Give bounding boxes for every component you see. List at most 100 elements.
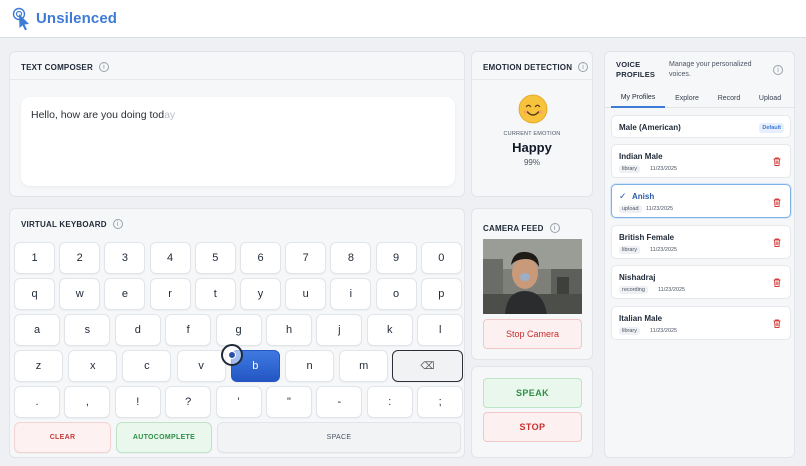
key-7[interactable]: i (330, 278, 372, 310)
backspace-key[interactable]: ⌫ (392, 350, 463, 382)
pointer-cursor-icon (221, 344, 243, 366)
profile-source-tag: library (619, 246, 640, 254)
clear-button[interactable]: CLEAR (14, 422, 111, 453)
emotion-detection-panel: EMOTION DETECTION i CURRENT EMOTION Happ… (471, 51, 593, 197)
text-composer-title: TEXT COMPOSER i (21, 62, 109, 72)
key-7[interactable]: : (366, 386, 413, 418)
key-0[interactable]: z (14, 350, 63, 382)
key-4[interactable]: 5 (194, 242, 236, 274)
voice-profile-card[interactable]: Nishadraj recording 11/23/2025 (611, 265, 791, 299)
key-3[interactable]: r (149, 278, 191, 310)
key-1[interactable]: w (59, 278, 101, 310)
key-7[interactable]: k (366, 314, 413, 346)
profile-source-tag: upload (619, 205, 642, 213)
keyboard-heading: VIRTUAL KEYBOARD (21, 219, 107, 229)
key-6[interactable]: - (316, 386, 363, 418)
key-2[interactable]: ! (114, 386, 161, 418)
key-0[interactable]: a (14, 314, 60, 346)
stop-speech-button[interactable]: STOP (483, 412, 582, 442)
pointer-dot (228, 351, 236, 359)
key-2[interactable]: d (114, 314, 161, 346)
camera-video-feed (483, 239, 582, 314)
trash-icon[interactable] (773, 198, 781, 207)
typed-text: Hello, how are you doing tod (31, 109, 165, 121)
info-icon[interactable]: i (578, 62, 589, 72)
trash-icon[interactable] (773, 319, 781, 328)
key-5[interactable]: h (266, 314, 312, 346)
key-1[interactable]: x (68, 350, 118, 382)
key-8[interactable]: 9 (375, 242, 417, 274)
virtual-keyboard-title: VIRTUAL KEYBOARD i (21, 219, 123, 229)
key-6[interactable]: m (339, 350, 389, 382)
key-8[interactable]: l (417, 314, 464, 346)
info-icon[interactable]: i (112, 219, 123, 229)
divider (472, 79, 592, 80)
key-9[interactable]: 0 (420, 242, 462, 274)
key-7[interactable]: 8 (330, 242, 372, 274)
stop-camera-button[interactable]: Stop Camera (483, 319, 582, 349)
voice-profile-card-selected[interactable]: ✓ Anish upload 11/23/2025 (611, 184, 791, 218)
speak-button[interactable]: SPEAK (483, 378, 582, 408)
key-5[interactable]: 6 (240, 242, 281, 274)
composer-text-area[interactable]: Hello, how are you doing today (21, 97, 455, 186)
key-0[interactable]: q (14, 278, 55, 310)
key-8[interactable]: ; (417, 386, 464, 418)
tab-my-profiles[interactable]: My Profiles (611, 88, 665, 108)
key-9[interactable]: p (420, 278, 462, 310)
key-3[interactable]: 4 (149, 242, 191, 274)
tab-explore[interactable]: Explore (667, 88, 707, 108)
key-5[interactable]: n (285, 350, 334, 382)
voice-profiles-title: VOICE PROFILES (616, 60, 656, 79)
check-icon: ✓ (619, 191, 627, 201)
speech-controls-panel: SPEAK STOP (471, 366, 593, 458)
divider (10, 79, 464, 80)
key-6[interactable]: 7 (285, 242, 327, 274)
key-3[interactable]: f (165, 314, 212, 346)
key-2[interactable]: c (122, 350, 172, 382)
camera-feed-panel: CAMERA FEED i Stop Camera (471, 208, 593, 360)
profile-source-tag: library (619, 165, 640, 173)
key-6[interactable]: j (316, 314, 363, 346)
tab-upload[interactable]: Upload (750, 88, 790, 108)
app-header: Unsilenced (0, 0, 806, 38)
key-4[interactable]: g (215, 314, 262, 346)
key-0[interactable]: 1 (14, 242, 55, 274)
space-key[interactable]: SPACE (217, 422, 461, 453)
key-6[interactable]: u (285, 278, 327, 310)
voice-profiles-subtitle: Manage your personalized voices. (669, 61, 752, 78)
key-5[interactable]: " (266, 386, 312, 418)
profile-name: Nishadraj (619, 273, 656, 282)
info-icon[interactable]: i (773, 65, 783, 75)
voice-profile-card[interactable]: Italian Male library 11/23/2025 (611, 306, 791, 340)
profile-date: 11/23/2025 (646, 206, 674, 212)
key-4[interactable]: t (194, 278, 236, 310)
key-1[interactable]: 2 (59, 242, 101, 274)
camera-feed-title: CAMERA FEED i (483, 223, 560, 233)
trash-icon[interactable] (773, 238, 781, 247)
autocomplete-button[interactable]: AUTOCOMPLETE (116, 422, 212, 453)
key-5[interactable]: y (240, 278, 281, 310)
key-8[interactable]: o (375, 278, 417, 310)
key-4[interactable]: ' (215, 386, 262, 418)
key-0[interactable]: . (14, 386, 60, 418)
current-emotion-caption: CURRENT EMOTION (503, 131, 561, 137)
trash-icon[interactable] (773, 278, 781, 287)
voice-profile-card[interactable]: Male (American) Default (611, 115, 791, 138)
voice-profile-card[interactable]: Indian Male library 11/23/2025 (611, 144, 791, 178)
camera-heading: CAMERA FEED (483, 223, 544, 233)
info-icon[interactable]: i (549, 223, 560, 233)
voice-profile-card[interactable]: British Female library 11/23/2025 (611, 225, 791, 259)
key-3[interactable]: v (176, 350, 226, 382)
tab-record[interactable]: Record (709, 88, 749, 108)
key-2[interactable]: e (104, 278, 146, 310)
key-3[interactable]: ? (165, 386, 212, 418)
key-2[interactable]: 3 (104, 242, 146, 274)
info-icon[interactable]: i (98, 62, 109, 72)
key-1[interactable]: s (64, 314, 111, 346)
app-title: Unsilenced (36, 10, 118, 27)
voice-profile-tabs: My Profiles Explore Record Upload (605, 88, 794, 108)
key-1[interactable]: , (64, 386, 111, 418)
emotion-detection-title: EMOTION DETECTION i (483, 62, 589, 72)
profile-source-tag: recording (619, 286, 648, 294)
trash-icon[interactable] (773, 157, 781, 166)
